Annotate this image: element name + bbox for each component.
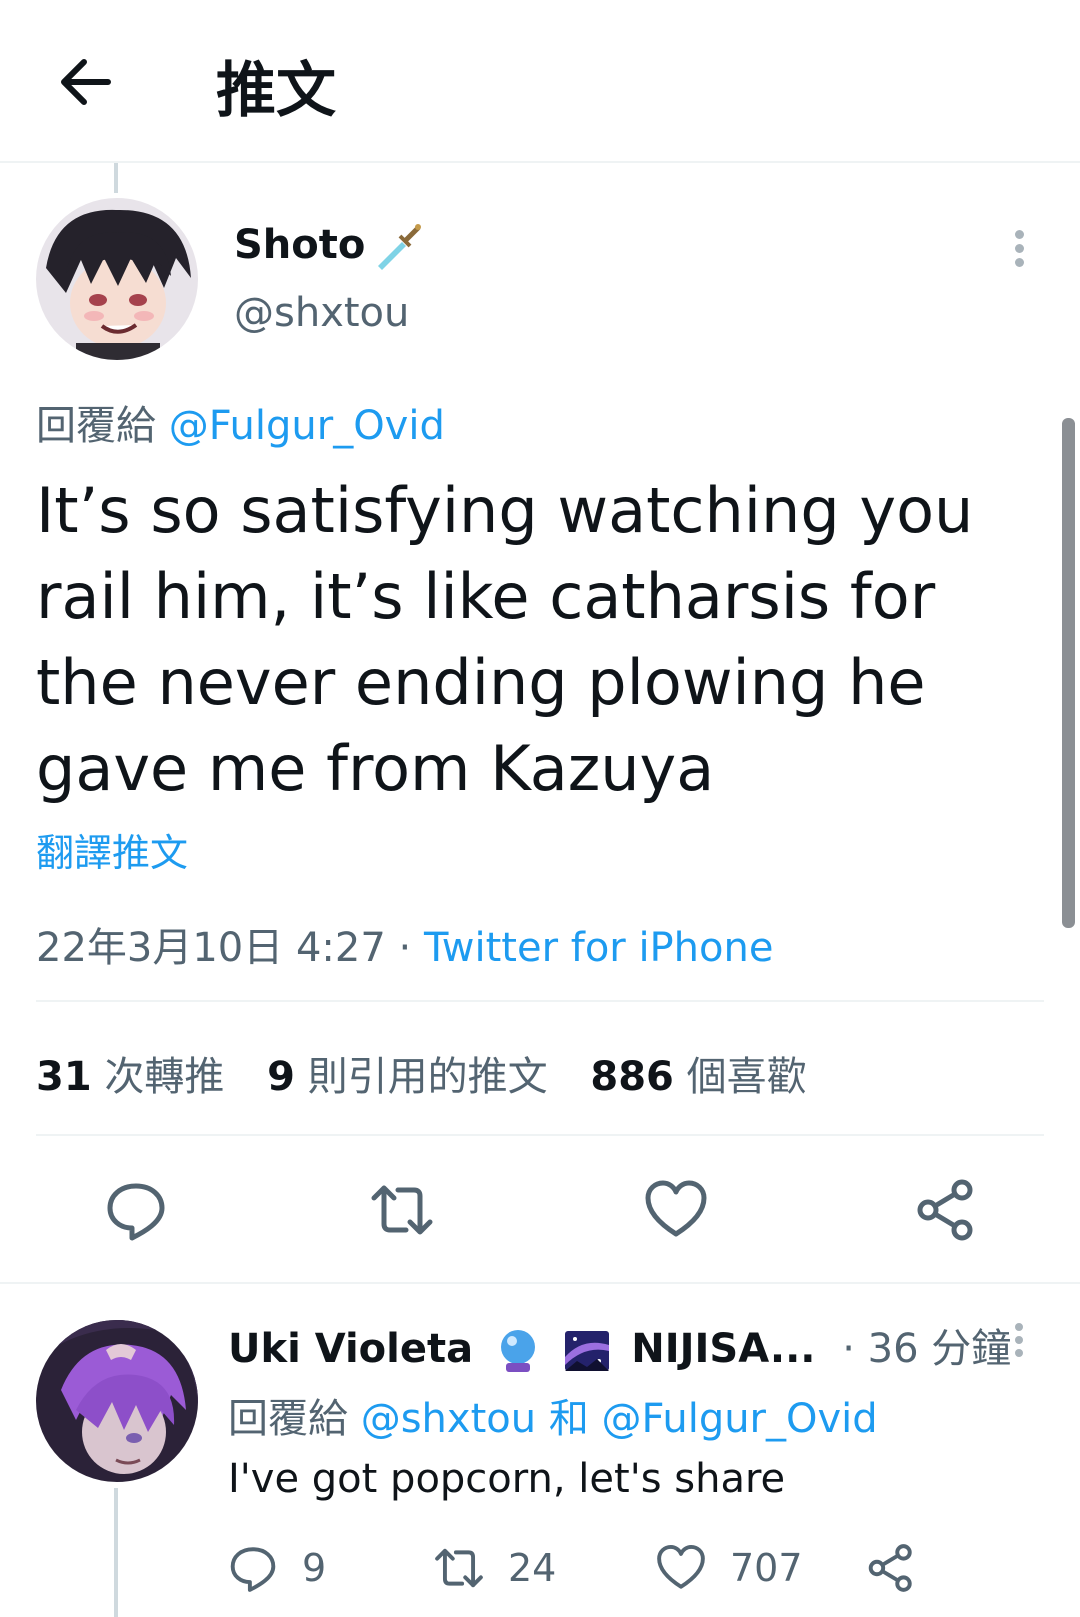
like-count: 707: [730, 1546, 803, 1590]
sword-icon: [372, 222, 422, 272]
scrollbar[interactable]: [1062, 418, 1075, 928]
reply-icon[interactable]: [104, 1178, 168, 1242]
tweet-text: It’s so satisfying watching you rail him…: [36, 474, 974, 805]
reply-time[interactable]: · 36 分鐘: [842, 1326, 1011, 1372]
galaxy-icon: [563, 1327, 611, 1375]
reply-context: 回覆給 @shxtou 和 @Fulgur_Ovid: [228, 1386, 878, 1444]
like-button[interactable]: 707: [656, 1540, 803, 1596]
share-icon[interactable]: [914, 1178, 978, 1242]
display-name[interactable]: Shoto: [234, 222, 365, 268]
reply-button[interactable]: 9: [228, 1540, 326, 1596]
more-options-icon[interactable]: [1004, 225, 1034, 275]
likes-label: 個喜歡: [686, 1054, 807, 1100]
reply-text: I've got popcorn, let's share: [228, 1456, 786, 1502]
reply-icon: [230, 1547, 276, 1592]
likes-stat[interactable]: 886 個喜歡: [590, 1054, 806, 1100]
timestamp[interactable]: 22年3月10日 4:27: [36, 925, 386, 971]
share-button[interactable]: [866, 1540, 916, 1596]
divider: [0, 1282, 1080, 1284]
more-options-icon[interactable]: [1004, 1318, 1034, 1368]
thread-line: [114, 1488, 118, 1617]
retweet-button[interactable]: 24: [434, 1540, 556, 1596]
back-arrow-icon[interactable]: [56, 52, 116, 112]
reply-context: 回覆給 @Fulgur_Ovid: [36, 393, 445, 451]
likes-count: 886: [590, 1054, 674, 1100]
quotes-stat[interactable]: 9 則引用的推文: [267, 1054, 548, 1100]
translate-link[interactable]: 翻譯推文: [36, 822, 188, 877]
mention-link[interactable]: @Fulgur_Ovid: [602, 1396, 878, 1442]
retweet-icon: [435, 1548, 483, 1588]
reply-avatar[interactable]: [36, 1320, 198, 1482]
reply-name-suffix[interactable]: NIJISA...: [631, 1326, 815, 1372]
and-label: 和: [548, 1396, 589, 1442]
divider: [36, 1000, 1044, 1002]
thread-line: [114, 163, 118, 193]
meta-separator: ·: [385, 925, 424, 971]
quotes-label: 則引用的推文: [307, 1054, 548, 1100]
divider: [36, 1134, 1044, 1136]
share-icon: [868, 1544, 912, 1592]
reply-header: Uki Violeta NIJISA... · 36 分鐘: [228, 1316, 1011, 1375]
retweets-count: 31: [36, 1054, 92, 1100]
source-link[interactable]: Twitter for iPhone: [424, 925, 774, 971]
like-icon: [657, 1544, 705, 1589]
mention-link[interactable]: @Fulgur_Ovid: [169, 403, 445, 449]
page-title: 推文: [216, 56, 336, 126]
quotes-count: 9: [267, 1054, 295, 1100]
reply-to-label: 回覆給: [36, 403, 156, 449]
tweet-meta: 22年3月10日 4:27 · Twitter for iPhone: [36, 915, 773, 973]
crystal-ball-icon: [494, 1327, 542, 1375]
retweet-count: 24: [508, 1546, 557, 1590]
reply-to-label: 回覆給: [228, 1396, 348, 1442]
avatar[interactable]: [36, 198, 198, 360]
user-handle[interactable]: @shxtou: [234, 290, 409, 336]
like-icon[interactable]: [644, 1178, 708, 1242]
retweet-icon[interactable]: [370, 1178, 434, 1242]
mention-link[interactable]: @shxtou: [361, 1396, 536, 1442]
reply-count: 9: [302, 1546, 327, 1590]
engagement-stats: 31 次轉推 9 則引用的推文 886 個喜歡: [36, 1044, 807, 1102]
retweets-label: 次轉推: [104, 1054, 225, 1100]
retweets-stat[interactable]: 31 次轉推: [36, 1054, 224, 1100]
top-bar: 推文: [0, 0, 1080, 163]
reply-display-name[interactable]: Uki Violeta: [228, 1326, 473, 1372]
